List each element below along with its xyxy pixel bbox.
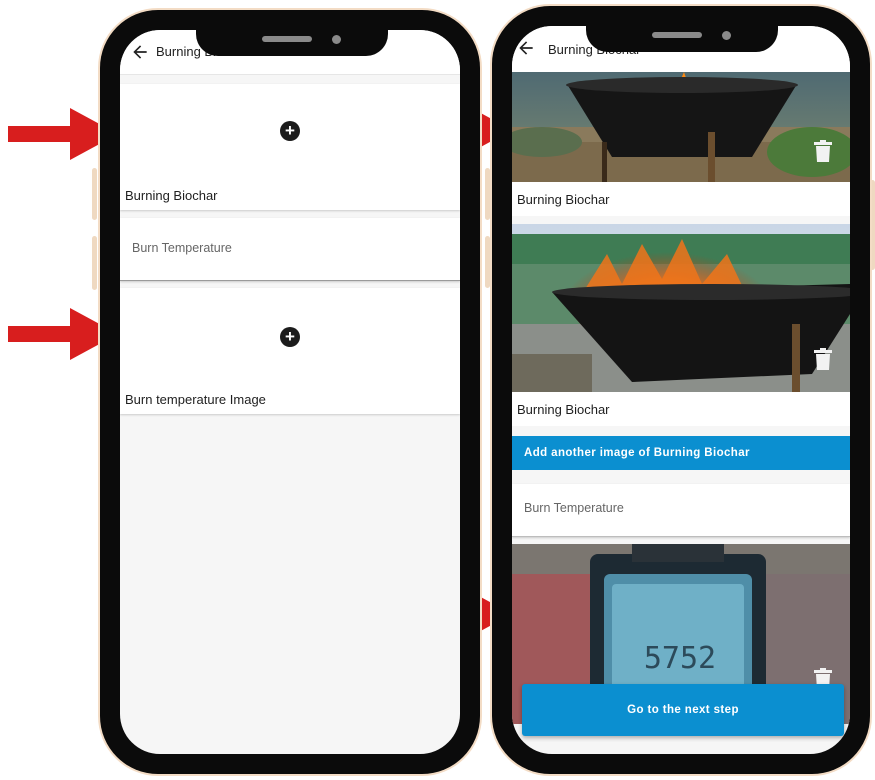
svg-text:5752: 5752 (644, 641, 716, 676)
add-another-image-button[interactable]: Add another image of Burning Biochar (512, 436, 850, 470)
burn-temperature-field[interactable]: Burn Temperature (120, 218, 460, 281)
trash-icon[interactable] (814, 348, 832, 370)
uploaded-photo-2[interactable] (512, 224, 850, 392)
phone-notch (586, 6, 778, 52)
upload-card-burn-temperature-image[interactable]: + Burn temperature Image (120, 288, 460, 414)
phone-side-button (92, 236, 97, 290)
upload-card-label: Burn temperature Image (125, 392, 266, 407)
uploaded-photo-1[interactable] (512, 72, 850, 182)
add-circle-icon[interactable]: + (280, 327, 300, 347)
photo-caption-1: Burning Biochar (512, 182, 850, 216)
photo-caption-2: Burning Biochar (512, 392, 850, 426)
arrow-back-icon[interactable] (130, 42, 150, 62)
burn-temperature-placeholder: Burn Temperature (524, 501, 624, 515)
burn-temperature-placeholder: Burn Temperature (132, 241, 232, 255)
upload-card-burning-biochar[interactable]: + Burning Biochar (120, 84, 460, 210)
burn-temperature-field[interactable]: Burn Temperature (512, 484, 850, 537)
upload-card-label: Burning Biochar (125, 188, 218, 203)
fire-pit-photo (512, 72, 850, 182)
phone-side-button (92, 168, 97, 220)
phone-side-button (870, 180, 875, 270)
trash-icon[interactable] (814, 140, 832, 162)
add-circle-icon[interactable]: + (280, 121, 300, 141)
left-phone-frame: Burning Biochar + Burning Biochar Burn T… (100, 10, 480, 774)
phone-side-button (485, 236, 490, 288)
phone-notch (196, 10, 388, 56)
phone-side-button (485, 168, 490, 220)
fire-pit-photo (512, 224, 850, 392)
right-screen: Burning Biochar Burning Biochar Burning … (512, 26, 850, 754)
left-screen: Burning Biochar + Burning Biochar Burn T… (120, 30, 460, 754)
next-step-button[interactable]: Go to the next step (522, 684, 844, 736)
right-phone-frame: Burning Biochar Burning Biochar Burning … (492, 6, 870, 774)
arrow-back-icon[interactable] (516, 38, 536, 58)
